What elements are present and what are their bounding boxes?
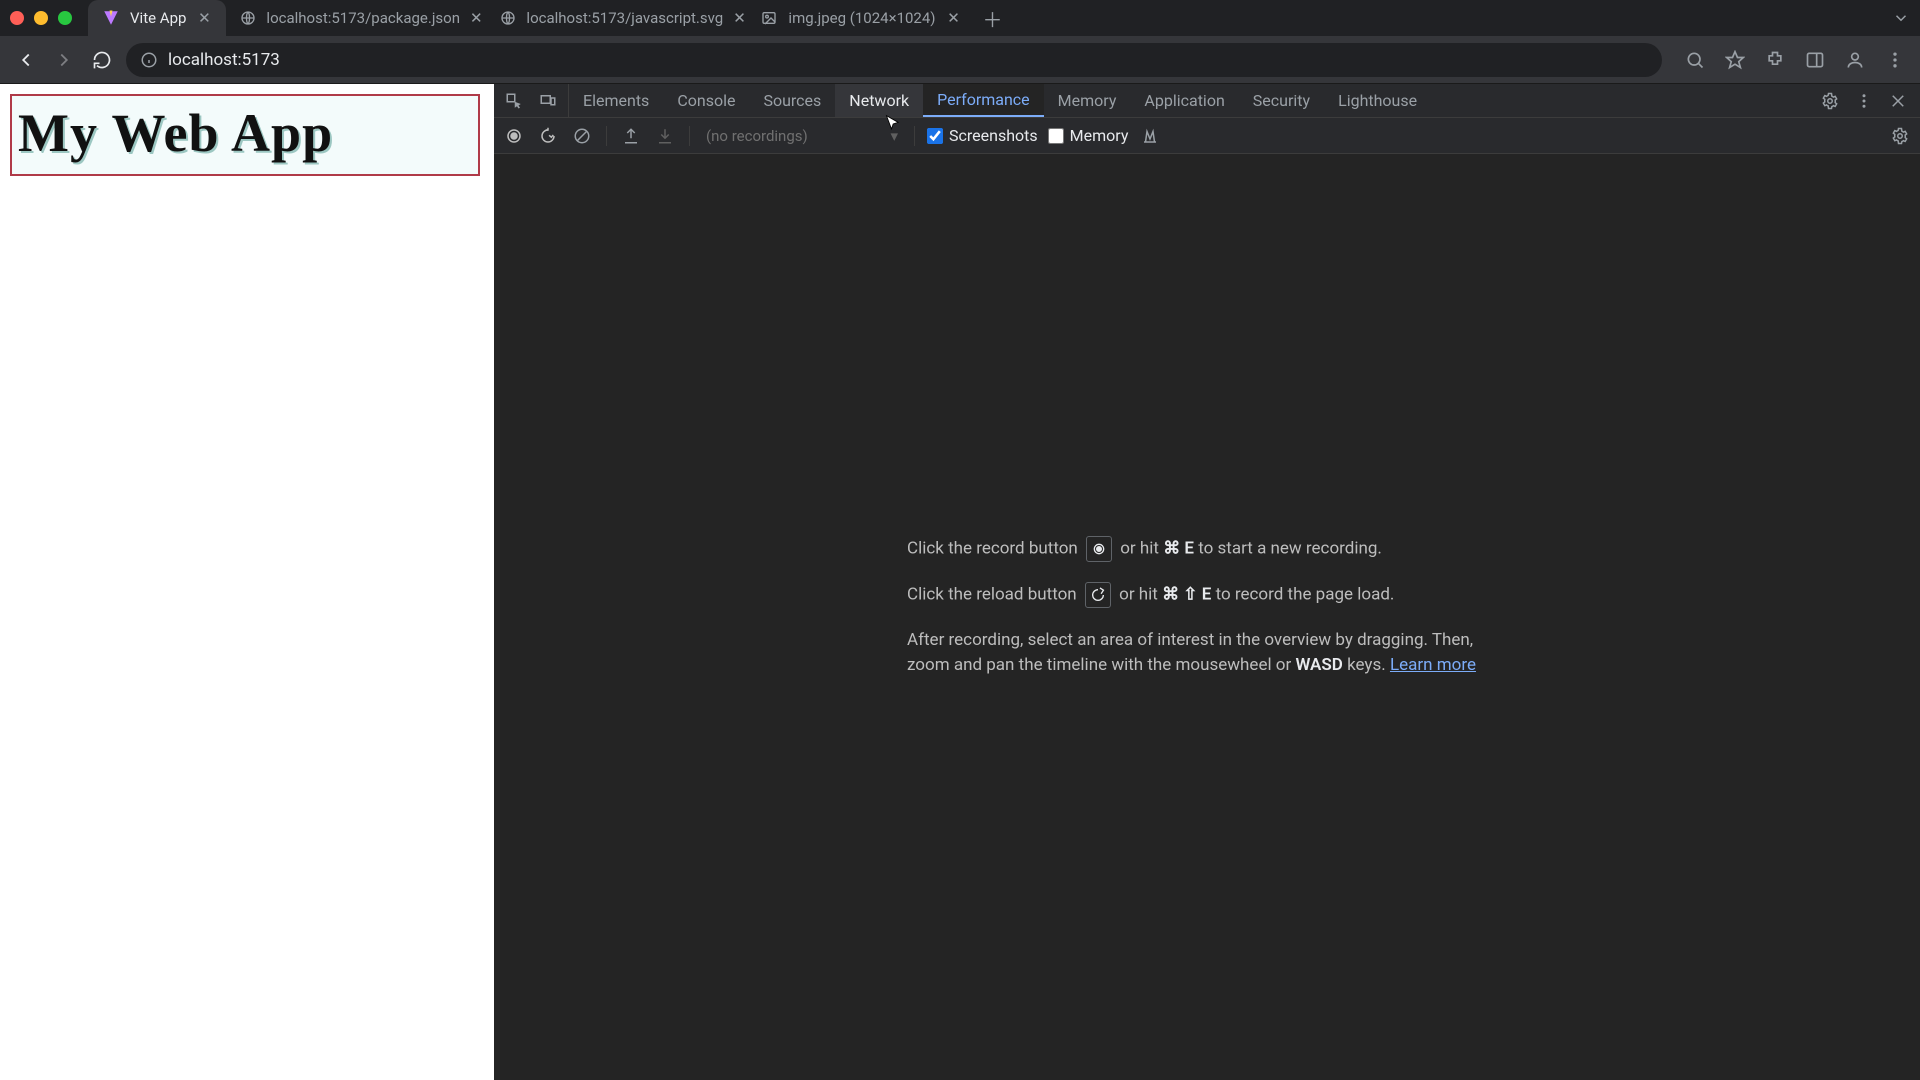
address-bar[interactable]: localhost:5173 bbox=[126, 43, 1662, 77]
devtools-tab-console[interactable]: Console bbox=[663, 84, 749, 117]
devtools-tab-security[interactable]: Security bbox=[1239, 84, 1324, 117]
titlebar: Vite App ✕ localhost:5173/package.json ✕… bbox=[0, 0, 1920, 36]
tab-strip: Vite App ✕ localhost:5173/package.json ✕… bbox=[88, 0, 1010, 36]
download-icon[interactable] bbox=[653, 124, 677, 148]
globe-icon bbox=[500, 9, 516, 27]
hint-key: WASD bbox=[1295, 655, 1342, 675]
forward-button[interactable] bbox=[50, 46, 78, 74]
tab-title: localhost:5173/javascript.svg bbox=[526, 9, 723, 27]
devtools-tab-network[interactable]: Network bbox=[835, 84, 923, 117]
hint-text: to start a new recording. bbox=[1198, 538, 1382, 558]
menu-icon[interactable] bbox=[1882, 47, 1908, 73]
browser-tab[interactable]: Vite App ✕ bbox=[88, 0, 226, 36]
screenshots-checkbox[interactable]: Screenshots bbox=[927, 126, 1038, 145]
gear-icon[interactable] bbox=[1818, 89, 1842, 113]
url-text: localhost:5173 bbox=[168, 50, 280, 70]
devtools-tab-elements[interactable]: Elements bbox=[569, 84, 663, 117]
chevron-down-icon[interactable] bbox=[1892, 9, 1910, 27]
profile-icon[interactable] bbox=[1842, 47, 1868, 73]
kebab-icon[interactable] bbox=[1852, 89, 1876, 113]
close-icon[interactable]: ✕ bbox=[946, 10, 962, 26]
site-info-icon[interactable] bbox=[140, 51, 158, 69]
upload-icon[interactable] bbox=[619, 124, 643, 148]
browser-tab[interactable]: img.jpeg (1024×1024) ✕ bbox=[746, 0, 975, 36]
record-icon[interactable] bbox=[502, 124, 526, 148]
hint-key: ⌘ E bbox=[1163, 538, 1194, 558]
back-button[interactable] bbox=[12, 46, 40, 74]
zoom-icon[interactable] bbox=[1682, 47, 1708, 73]
hint-text: or hit bbox=[1119, 584, 1162, 604]
page-viewport: My Web App bbox=[0, 84, 494, 1080]
devtools-panel: ElementsConsoleSourcesNetworkPerformance… bbox=[494, 84, 1920, 1080]
tab-title: img.jpeg (1024×1024) bbox=[788, 9, 935, 27]
record-icon bbox=[1086, 536, 1112, 562]
window-controls bbox=[10, 11, 72, 25]
devtools-tab-performance[interactable]: Performance bbox=[923, 84, 1044, 117]
extensions-icon[interactable] bbox=[1762, 47, 1788, 73]
tab-title: Vite App bbox=[130, 9, 186, 27]
garbage-collect-icon[interactable] bbox=[1138, 124, 1162, 148]
window-zoom-button[interactable] bbox=[58, 11, 72, 25]
image-icon bbox=[760, 9, 778, 27]
close-icon[interactable]: ✕ bbox=[733, 10, 746, 26]
bookmark-icon[interactable] bbox=[1722, 47, 1748, 73]
new-tab-button[interactable]: ＋ bbox=[976, 0, 1010, 36]
window-close-button[interactable] bbox=[10, 11, 24, 25]
window-minimize-button[interactable] bbox=[34, 11, 48, 25]
separator bbox=[914, 126, 915, 146]
content-area: My Web App ElementsConsoleSourcesNetwork… bbox=[0, 84, 1920, 1080]
reload-record-icon[interactable] bbox=[536, 124, 560, 148]
page-heading-wrap: My Web App bbox=[10, 94, 480, 176]
hint-text: or hit bbox=[1120, 538, 1163, 558]
devtools-tab-bar: ElementsConsoleSourcesNetworkPerformance… bbox=[494, 84, 1920, 118]
chevron-down-icon: ▾ bbox=[890, 127, 898, 145]
devtools-tab-application[interactable]: Application bbox=[1130, 84, 1238, 117]
close-icon[interactable]: ✕ bbox=[196, 10, 212, 26]
hint-text: to record the page load. bbox=[1216, 584, 1395, 604]
hint-text: Click the reload button bbox=[907, 584, 1081, 604]
recordings-placeholder: (no recordings) bbox=[706, 127, 808, 145]
device-toggle-icon[interactable] bbox=[536, 89, 560, 113]
performance-body: Click the record button or hit ⌘ E to st… bbox=[494, 154, 1920, 1080]
devtools-tab-memory[interactable]: Memory bbox=[1044, 84, 1131, 117]
performance-toolbar: (no recordings) ▾ Screenshots Memory bbox=[494, 118, 1920, 154]
hint-text: keys. bbox=[1347, 655, 1390, 675]
clear-icon[interactable] bbox=[570, 124, 594, 148]
memory-checkbox[interactable]: Memory bbox=[1048, 126, 1129, 145]
globe-icon bbox=[240, 9, 256, 27]
page-heading: My Web App bbox=[18, 102, 472, 164]
close-devtools-icon[interactable] bbox=[1886, 89, 1910, 113]
tab-title: localhost:5173/package.json bbox=[266, 9, 460, 27]
devtools-tab-sources[interactable]: Sources bbox=[749, 84, 835, 117]
hint-text: Click the record button bbox=[907, 538, 1082, 558]
browser-toolbar: localhost:5173 bbox=[0, 36, 1920, 84]
inspect-icon[interactable] bbox=[502, 89, 526, 113]
separator bbox=[606, 126, 607, 146]
learn-more-link[interactable]: Learn more bbox=[1390, 655, 1476, 675]
close-icon[interactable]: ✕ bbox=[470, 10, 483, 26]
screenshots-label: Screenshots bbox=[949, 126, 1038, 145]
panel-settings-icon[interactable] bbox=[1888, 124, 1912, 148]
side-panel-icon[interactable] bbox=[1802, 47, 1828, 73]
recordings-select[interactable]: (no recordings) ▾ bbox=[702, 125, 902, 147]
memory-label: Memory bbox=[1070, 126, 1129, 145]
reload-icon bbox=[1085, 582, 1111, 608]
hint-key: ⌘ ⇧ E bbox=[1162, 584, 1211, 604]
separator bbox=[689, 126, 690, 146]
devtools-tab-lighthouse[interactable]: Lighthouse bbox=[1324, 84, 1431, 117]
browser-tab[interactable]: localhost:5173/package.json ✕ bbox=[226, 0, 486, 36]
vite-favicon-icon bbox=[102, 9, 120, 27]
performance-hints: Click the record button or hit ⌘ E to st… bbox=[907, 536, 1507, 699]
browser-tab[interactable]: localhost:5173/javascript.svg ✕ bbox=[486, 0, 746, 36]
reload-button[interactable] bbox=[88, 46, 116, 74]
